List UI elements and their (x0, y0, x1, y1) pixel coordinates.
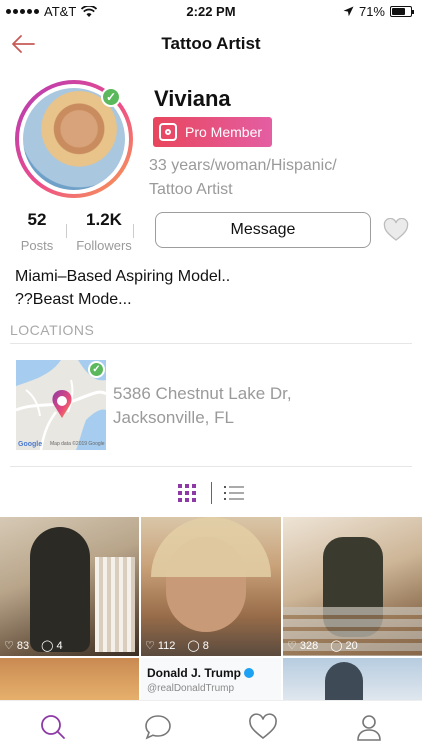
profile-icon[interactable] (354, 713, 384, 741)
photo-stats: ♡ 112 ◯ 8 (145, 639, 209, 653)
photo-tile[interactable]: ♡ 112 ◯ 8 (141, 517, 281, 656)
search-icon[interactable] (38, 713, 68, 741)
comment-icon: ◯ (187, 640, 200, 652)
toggle-divider (211, 482, 212, 504)
photo-tile[interactable]: ♡ 328 ◯ 20 (283, 517, 422, 656)
locations-heading: LOCATIONS (10, 322, 95, 338)
address-line2: Jacksonville, FL (113, 408, 234, 427)
profile-meta-line1: 33 years/woman/Hispanic/ (149, 157, 337, 174)
photo-stats: ♡ 83 ◯ 4 (4, 639, 63, 653)
location-address: 5386 Chestnut Lake Dr, Jacksonville, FL (113, 382, 403, 430)
address-line1: 5386 Chestnut Lake Dr, (113, 384, 292, 403)
pro-member-label: Pro Member (185, 124, 263, 140)
profile-bio: Miami–Based Aspiring Model.. ??Beast Mod… (15, 265, 410, 311)
pro-badge-icon (159, 123, 177, 141)
followers-count: 1.2K (86, 210, 122, 229)
map-verified-icon: ✓ (88, 361, 105, 378)
photo-stats: ♡ 328 ◯ 20 (287, 639, 358, 653)
heart-icon: ♡ (4, 640, 14, 652)
status-bar: AT&T 2:22 PM 71% (0, 0, 422, 22)
stat-divider (133, 224, 134, 238)
location-arrow-icon (343, 6, 354, 17)
list-view-icon[interactable] (224, 485, 244, 501)
twitter-verified-icon (244, 668, 255, 678)
photo-tile[interactable]: Donald J. Trump @realDonaldTrump (141, 658, 281, 700)
nav-bar: Tattoo Artist (0, 22, 422, 66)
battery-percent: 71% (358, 4, 385, 19)
page-title: Tattoo Artist (161, 34, 261, 53)
comment-icon: ◯ (330, 640, 343, 652)
posts-count: 52 (27, 210, 47, 229)
heart-tab-icon[interactable] (248, 713, 278, 741)
likes: ♡ 112 (145, 639, 176, 653)
followers-stat[interactable]: 1.2K Followers (69, 210, 139, 253)
posts-stat[interactable]: 52 Posts (2, 210, 72, 253)
comments: ◯ 4 (41, 639, 63, 653)
tweet-handle: @realDonaldTrump (147, 683, 235, 694)
verified-check-icon: ✓ (101, 87, 121, 107)
divider (10, 466, 412, 467)
heart-icon: ♡ (287, 640, 297, 652)
likes: ♡ 328 (287, 639, 319, 653)
tweet-name: Donald J. Trump (147, 666, 255, 680)
divider (10, 343, 412, 344)
profile-meta-line2: Tattoo Artist (149, 181, 233, 198)
profile-meta: 33 years/woman/Hispanic/ Tattoo Artist (149, 154, 389, 202)
stat-divider (66, 224, 67, 238)
chat-icon[interactable] (143, 713, 173, 741)
bio-line1: Miami–Based Aspiring Model.. (15, 268, 231, 285)
heart-icon: ♡ (145, 640, 155, 652)
likes: ♡ 83 (4, 639, 30, 653)
tab-bar (0, 700, 422, 750)
comment-icon: ◯ (41, 640, 54, 652)
comments: ◯ 20 (330, 639, 358, 653)
battery-fill (392, 8, 405, 15)
grid-view-icon[interactable] (178, 484, 196, 502)
heart-icon[interactable] (383, 218, 409, 242)
battery-icon (390, 6, 414, 17)
photo-tile[interactable] (0, 658, 139, 700)
view-toggle (0, 482, 422, 504)
status-right: 71% (343, 4, 414, 19)
comments: ◯ 8 (187, 639, 209, 653)
message-button[interactable]: Message (155, 212, 371, 248)
bio-line2: ??Beast Mode... (15, 291, 132, 308)
profile-name: Viviana (154, 86, 231, 111)
map-attribution: Map data ©2019 Google (50, 441, 105, 447)
pro-member-badge: Pro Member (153, 117, 273, 147)
followers-label: Followers (76, 238, 132, 253)
map-brand: Google (18, 441, 43, 448)
photo-tile[interactable]: ♡ 83 ◯ 4 (0, 517, 139, 656)
photo-tile[interactable] (283, 658, 422, 700)
posts-label: Posts (20, 238, 54, 253)
